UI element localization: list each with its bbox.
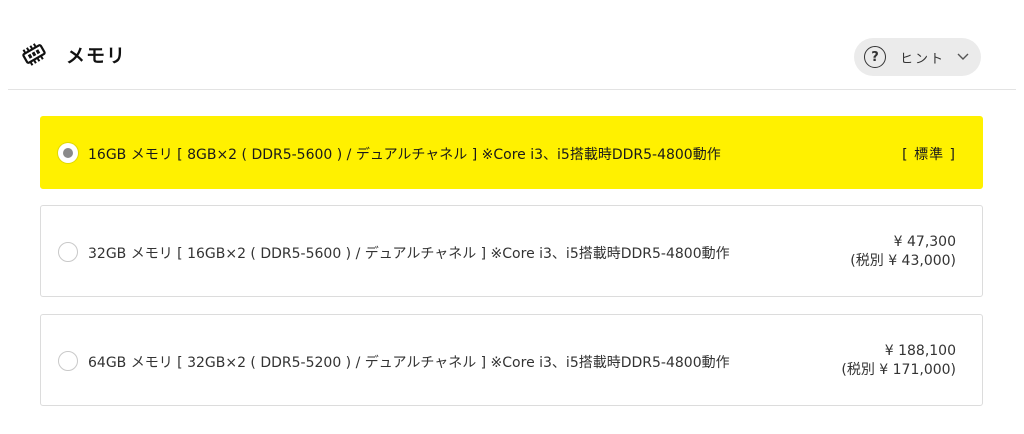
section-header: メモリ ? ヒント — [0, 0, 1024, 90]
radio-button-64gb[interactable] — [58, 351, 78, 371]
memory-option-64gb[interactable]: 64GB メモリ [ 32GB×2 ( DDR5-5200 ) / デュアルチャ… — [40, 314, 983, 406]
section-title: メモリ — [66, 44, 127, 67]
price-excl-tax-32gb: (税別 ¥ 43,000) — [850, 253, 956, 269]
price-32gb: ¥ 47,300 — [893, 234, 956, 250]
option-label-64gb: 64GB メモリ [ 32GB×2 ( DDR5-5200 ) / デュアルチャ… — [88, 355, 730, 371]
section-title-group: メモリ — [20, 40, 126, 68]
option-label-32gb: 32GB メモリ [ 16GB×2 ( DDR5-5600 ) / デュアルチャ… — [88, 246, 730, 262]
radio-selected-dot — [63, 148, 73, 158]
radio-button-16gb[interactable] — [58, 143, 78, 163]
price-block-64gb: ¥ 188,100 (税別 ¥ 171,000) — [841, 342, 956, 380]
radio-button-32gb[interactable] — [58, 242, 78, 262]
hint-label: ヒント — [900, 51, 946, 67]
memory-chip-icon — [22, 43, 46, 66]
memory-option-32gb[interactable]: 32GB メモリ [ 16GB×2 ( DDR5-5600 ) / デュアルチャ… — [40, 205, 983, 297]
header-divider — [8, 89, 1016, 90]
chevron-down-icon — [957, 53, 969, 60]
memory-option-16gb[interactable]: 16GB メモリ [ 8GB×2 ( DDR5-5600 ) / デュアルチャネ… — [40, 116, 983, 189]
price-block-32gb: ¥ 47,300 (税別 ¥ 43,000) — [850, 233, 956, 271]
standard-badge: [ 標準 ] — [902, 147, 956, 163]
question-icon: ? — [864, 46, 886, 68]
price-excl-tax-64gb: (税別 ¥ 171,000) — [841, 362, 956, 378]
hint-button[interactable]: ? ヒント — [854, 38, 981, 76]
option-label-16gb: 16GB メモリ [ 8GB×2 ( DDR5-5600 ) / デュアルチャネ… — [88, 147, 721, 163]
price-64gb: ¥ 188,100 — [884, 343, 956, 359]
